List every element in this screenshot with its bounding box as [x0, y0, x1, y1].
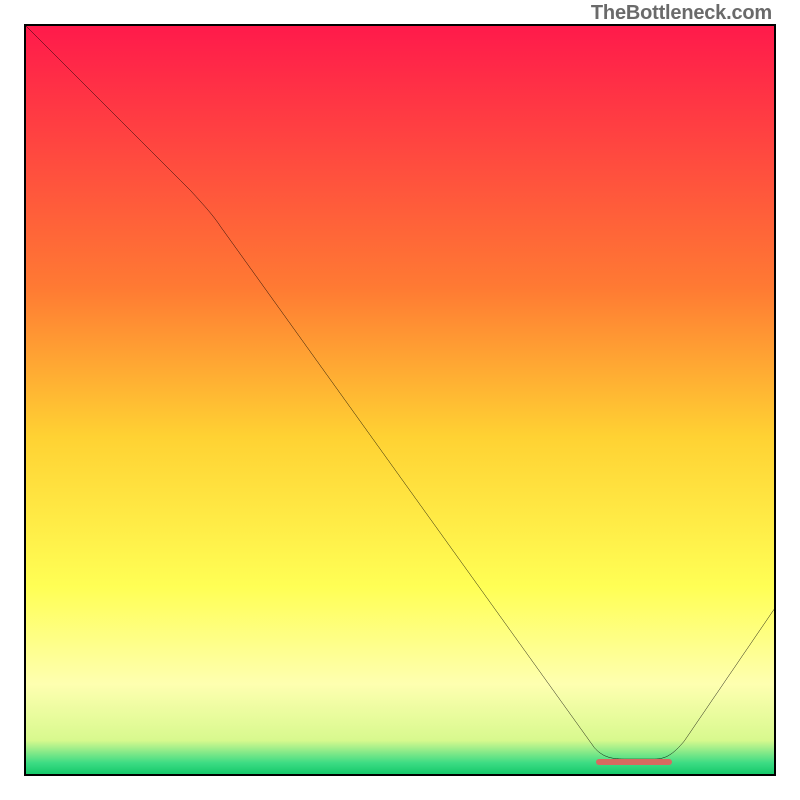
series-curve: [26, 26, 774, 759]
plot-area: [24, 24, 776, 776]
chart-line-layer: [26, 26, 774, 774]
chart-stage: TheBottleneck.com: [0, 0, 800, 800]
watermark-text: TheBottleneck.com: [591, 2, 772, 25]
valley-marker: [596, 759, 672, 765]
